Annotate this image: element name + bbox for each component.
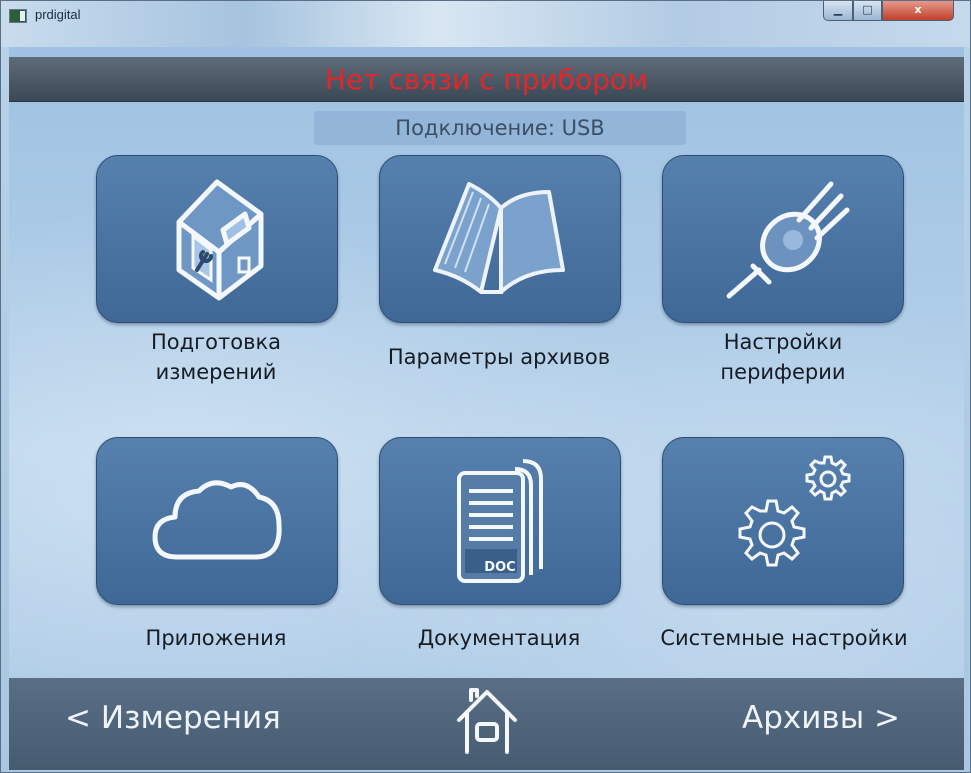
home-icon xyxy=(451,688,523,758)
status-banner: Нет связи с прибором xyxy=(9,57,964,102)
tile-system-settings[interactable] xyxy=(662,437,904,605)
prev-measurements-button[interactable]: < Измерения xyxy=(65,700,281,736)
tile-archive-params-label: Параметры архивов xyxy=(356,342,642,372)
tile-label-line: Системные настройки xyxy=(660,626,908,650)
tile-measurement-prep[interactable] xyxy=(96,155,338,323)
tile-archive-params[interactable] xyxy=(379,155,621,323)
tile-label-line: Подготовка xyxy=(150,330,282,354)
tile-label-line: Параметры архивов xyxy=(387,345,611,369)
tile-label-line: Приложения xyxy=(145,626,287,650)
main-panel: Нет связи с прибором Подключение: USB По… xyxy=(9,47,964,770)
tile-measurement-prep-label: Подготовка измерений xyxy=(89,327,343,387)
tile-system-settings-label: Системные настройки xyxy=(629,623,939,653)
tile-documentation[interactable]: DOC xyxy=(379,437,621,605)
plug-icon xyxy=(713,174,853,304)
app-window: prdigital ▁ □ x Нет связи с прибором Под… xyxy=(0,0,971,773)
bottom-nav-bar: < Измерения Архивы > xyxy=(9,678,964,770)
tile-label-line: периферии xyxy=(720,360,846,384)
cloud-icon xyxy=(147,471,287,571)
next-archives-button[interactable]: Архивы > xyxy=(742,700,900,736)
tile-label-line: измерений xyxy=(155,360,277,384)
connection-type-label: Подключение: USB xyxy=(314,111,686,145)
doc-icon-label: DOC xyxy=(484,560,516,575)
gears-icon xyxy=(708,451,858,591)
window-title: prdigital xyxy=(35,7,81,22)
app-icon xyxy=(9,9,27,23)
tile-documentation-label: Документация xyxy=(366,623,632,653)
open-book-icon xyxy=(425,174,575,304)
connection-error-text: Нет связи с прибором xyxy=(324,63,649,96)
tile-applications[interactable] xyxy=(96,437,338,605)
home-button[interactable] xyxy=(451,682,523,754)
close-button[interactable]: x xyxy=(882,1,954,21)
tile-label-line: Документация xyxy=(417,626,581,650)
maximize-button[interactable]: □ xyxy=(853,1,882,21)
title-bar[interactable]: prdigital ▁ □ x xyxy=(1,1,970,47)
minimize-button[interactable]: ▁ xyxy=(823,1,853,21)
house-wrench-icon xyxy=(157,174,277,304)
tile-peripheral-settings[interactable] xyxy=(662,155,904,323)
tile-applications-label: Приложения xyxy=(89,623,343,653)
tile-peripheral-settings-label: Настройки периферии xyxy=(649,327,917,387)
tile-label-line: Настройки xyxy=(723,330,843,354)
